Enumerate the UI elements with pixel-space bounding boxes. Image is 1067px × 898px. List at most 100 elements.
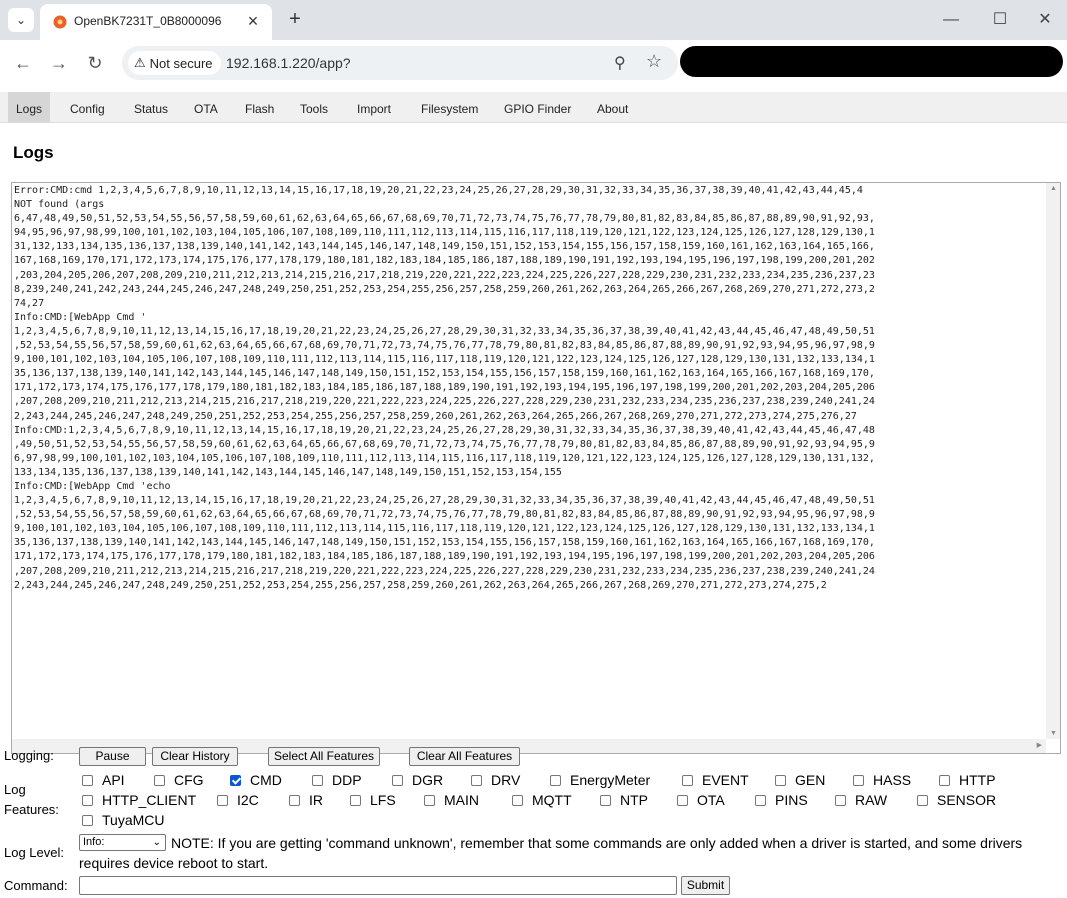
feature-i2c-option[interactable]: I2C [217, 792, 259, 808]
feature-api-option[interactable]: API [82, 772, 125, 788]
menu-status[interactable]: Status [126, 92, 176, 122]
redacted-profile-area [680, 46, 1063, 77]
vertical-scrollbar[interactable]: ▲ ▼ [1046, 183, 1060, 739]
feature-checkbox[interactable] [682, 774, 693, 786]
feature-ddp-option[interactable]: DDP [312, 772, 362, 788]
feature-checkbox[interactable] [853, 774, 864, 786]
minimize-icon[interactable]: — [936, 8, 966, 32]
feature-checkbox[interactable] [424, 794, 435, 806]
feature-checkbox[interactable] [677, 794, 688, 806]
menu-flash[interactable]: Flash [237, 92, 282, 122]
menu-config[interactable]: Config [62, 92, 113, 122]
feature-checkbox[interactable] [755, 794, 766, 806]
log-line: 31,132,133,134,135,136,137,138,139,140,1… [14, 241, 875, 253]
feature-checkbox[interactable] [154, 774, 165, 786]
feature-gen-option[interactable]: GEN [775, 772, 825, 788]
clear-history-button[interactable]: Clear History [152, 747, 238, 766]
feature-event-option[interactable]: EVENT [682, 772, 749, 788]
pause-button[interactable]: Pause [79, 747, 146, 766]
feature-checkbox[interactable] [550, 774, 561, 786]
feature-pins-option[interactable]: PINS [755, 792, 808, 808]
menu-tools[interactable]: Tools [292, 92, 336, 122]
scroll-down-icon[interactable]: ▼ [1050, 730, 1057, 737]
feature-ir-option[interactable]: IR [289, 792, 323, 808]
feature-dgr-option[interactable]: DGR [392, 772, 443, 788]
feature-checkbox[interactable] [917, 794, 928, 806]
log-line: Info:CMD:[WebApp Cmd 'echo [14, 480, 171, 492]
menu-ota[interactable]: OTA [186, 92, 226, 122]
feature-checkbox[interactable] [600, 794, 611, 806]
reload-icon[interactable]: ↻ [82, 50, 108, 76]
browser-tab[interactable]: OpenBK7231T_0B8000096 × [40, 4, 272, 40]
feature-checkbox[interactable] [230, 774, 241, 786]
feature-raw-option[interactable]: RAW [835, 792, 887, 808]
close-window-icon[interactable]: ✕ [1030, 8, 1060, 32]
feature-checkbox[interactable] [392, 774, 403, 786]
log-line: 2,243,244,245,246,247,248,249,250,251,25… [14, 410, 857, 422]
feature-drv-option[interactable]: DRV [471, 772, 520, 788]
feature-checkbox[interactable] [471, 774, 482, 786]
scroll-right-icon[interactable]: ▶ [1037, 741, 1042, 749]
feature-checkbox[interactable] [312, 774, 323, 786]
feature-main-option[interactable]: MAIN [424, 792, 479, 808]
forward-icon[interactable]: → [46, 50, 72, 76]
feature-checkbox[interactable] [82, 814, 93, 826]
app-menu: Logs Config Status OTA Flash Tools Impor… [0, 92, 1067, 123]
feature-label: OTA [697, 792, 725, 808]
menu-filesystem[interactable]: Filesystem [413, 92, 486, 122]
menu-about[interactable]: About [589, 92, 636, 122]
feature-checkbox[interactable] [289, 794, 300, 806]
bookmark-star-icon[interactable]: ☆ [646, 51, 662, 72]
log-line: 6,47,48,49,50,51,52,53,54,55,56,57,58,59… [14, 213, 875, 225]
feature-label: EnergyMeter [570, 772, 651, 788]
feature-cfg-option[interactable]: CFG [154, 772, 204, 788]
feature-ntp-option[interactable]: NTP [600, 792, 648, 808]
log-line: ,52,53,54,55,56,57,58,59,60,61,62,63,64,… [14, 509, 875, 521]
scroll-up-icon[interactable]: ▲ [1050, 185, 1057, 192]
feature-label: EVENT [702, 772, 749, 788]
close-tab-icon[interactable]: × [242, 10, 264, 32]
url-text[interactable]: 192.168.1.220/app? [226, 55, 351, 71]
log-level-label: Log Level: [4, 845, 64, 860]
clear-all-features-button[interactable]: Clear All Features [409, 747, 520, 766]
feature-http_client-option[interactable]: HTTP_CLIENT [82, 792, 196, 808]
feature-cmd-option[interactable]: CMD [230, 772, 282, 788]
feature-http-option[interactable]: HTTP [939, 772, 996, 788]
feature-ota-option[interactable]: OTA [677, 792, 725, 808]
feature-tuyamcu-option[interactable]: TuyaMCU [82, 812, 165, 828]
new-tab-icon[interactable]: + [284, 8, 306, 30]
select-all-features-button[interactable]: Select All Features [268, 747, 380, 766]
feature-checkbox[interactable] [939, 774, 950, 786]
feature-checkbox[interactable] [82, 794, 93, 806]
log-text: Error:CMD:cmd 1,2,3,4,5,6,7,8,9,10,11,12… [14, 184, 1044, 740]
menu-gpio-finder[interactable]: GPIO Finder [496, 92, 579, 122]
feature-checkbox[interactable] [512, 794, 523, 806]
log-line: ,49,50,51,52,53,54,55,56,57,58,59,60,61,… [14, 438, 875, 450]
maximize-icon[interactable]: ☐ [985, 8, 1015, 32]
feature-label: IR [309, 792, 323, 808]
feature-checkbox[interactable] [835, 794, 846, 806]
feature-checkbox[interactable] [217, 794, 228, 806]
menu-logs[interactable]: Logs [8, 92, 51, 122]
menu-import[interactable]: Import [349, 92, 399, 122]
feature-checkbox[interactable] [775, 774, 786, 786]
feature-energymeter-option[interactable]: EnergyMeter [550, 772, 650, 788]
feature-checkbox[interactable] [82, 774, 93, 786]
feature-mqtt-option[interactable]: MQTT [512, 792, 572, 808]
browser-tab-bar: ⌄ OpenBK7231T_0B8000096 × + — ☐ ✕ [0, 0, 1067, 40]
log-line: Error:CMD:cmd 1,2,3,4,5,6,7,8,9,10,11,12… [14, 185, 863, 196]
feature-checkbox[interactable] [350, 794, 361, 806]
zoom-icon[interactable]: ⚲ [614, 53, 626, 73]
feature-sensor-option[interactable]: SENSOR [917, 792, 996, 808]
omnibox[interactable]: ⚠ Not secure 192.168.1.220/app? ⚲ ☆ [122, 46, 678, 80]
security-chip[interactable]: ⚠ Not secure [128, 51, 221, 75]
feature-label: LFS [370, 792, 396, 808]
feature-hass-option[interactable]: HASS [853, 772, 911, 788]
command-input[interactable] [79, 876, 677, 895]
feature-lfs-option[interactable]: LFS [350, 792, 396, 808]
log-output[interactable]: Error:CMD:cmd 1,2,3,4,5,6,7,8,9,10,11,12… [11, 182, 1061, 754]
submit-button[interactable]: Submit [681, 876, 730, 895]
back-icon[interactable]: ← [10, 50, 36, 76]
log-line: ,207,208,209,210,211,212,213,214,215,216… [14, 565, 875, 577]
tab-list-button[interactable]: ⌄ [8, 8, 34, 32]
